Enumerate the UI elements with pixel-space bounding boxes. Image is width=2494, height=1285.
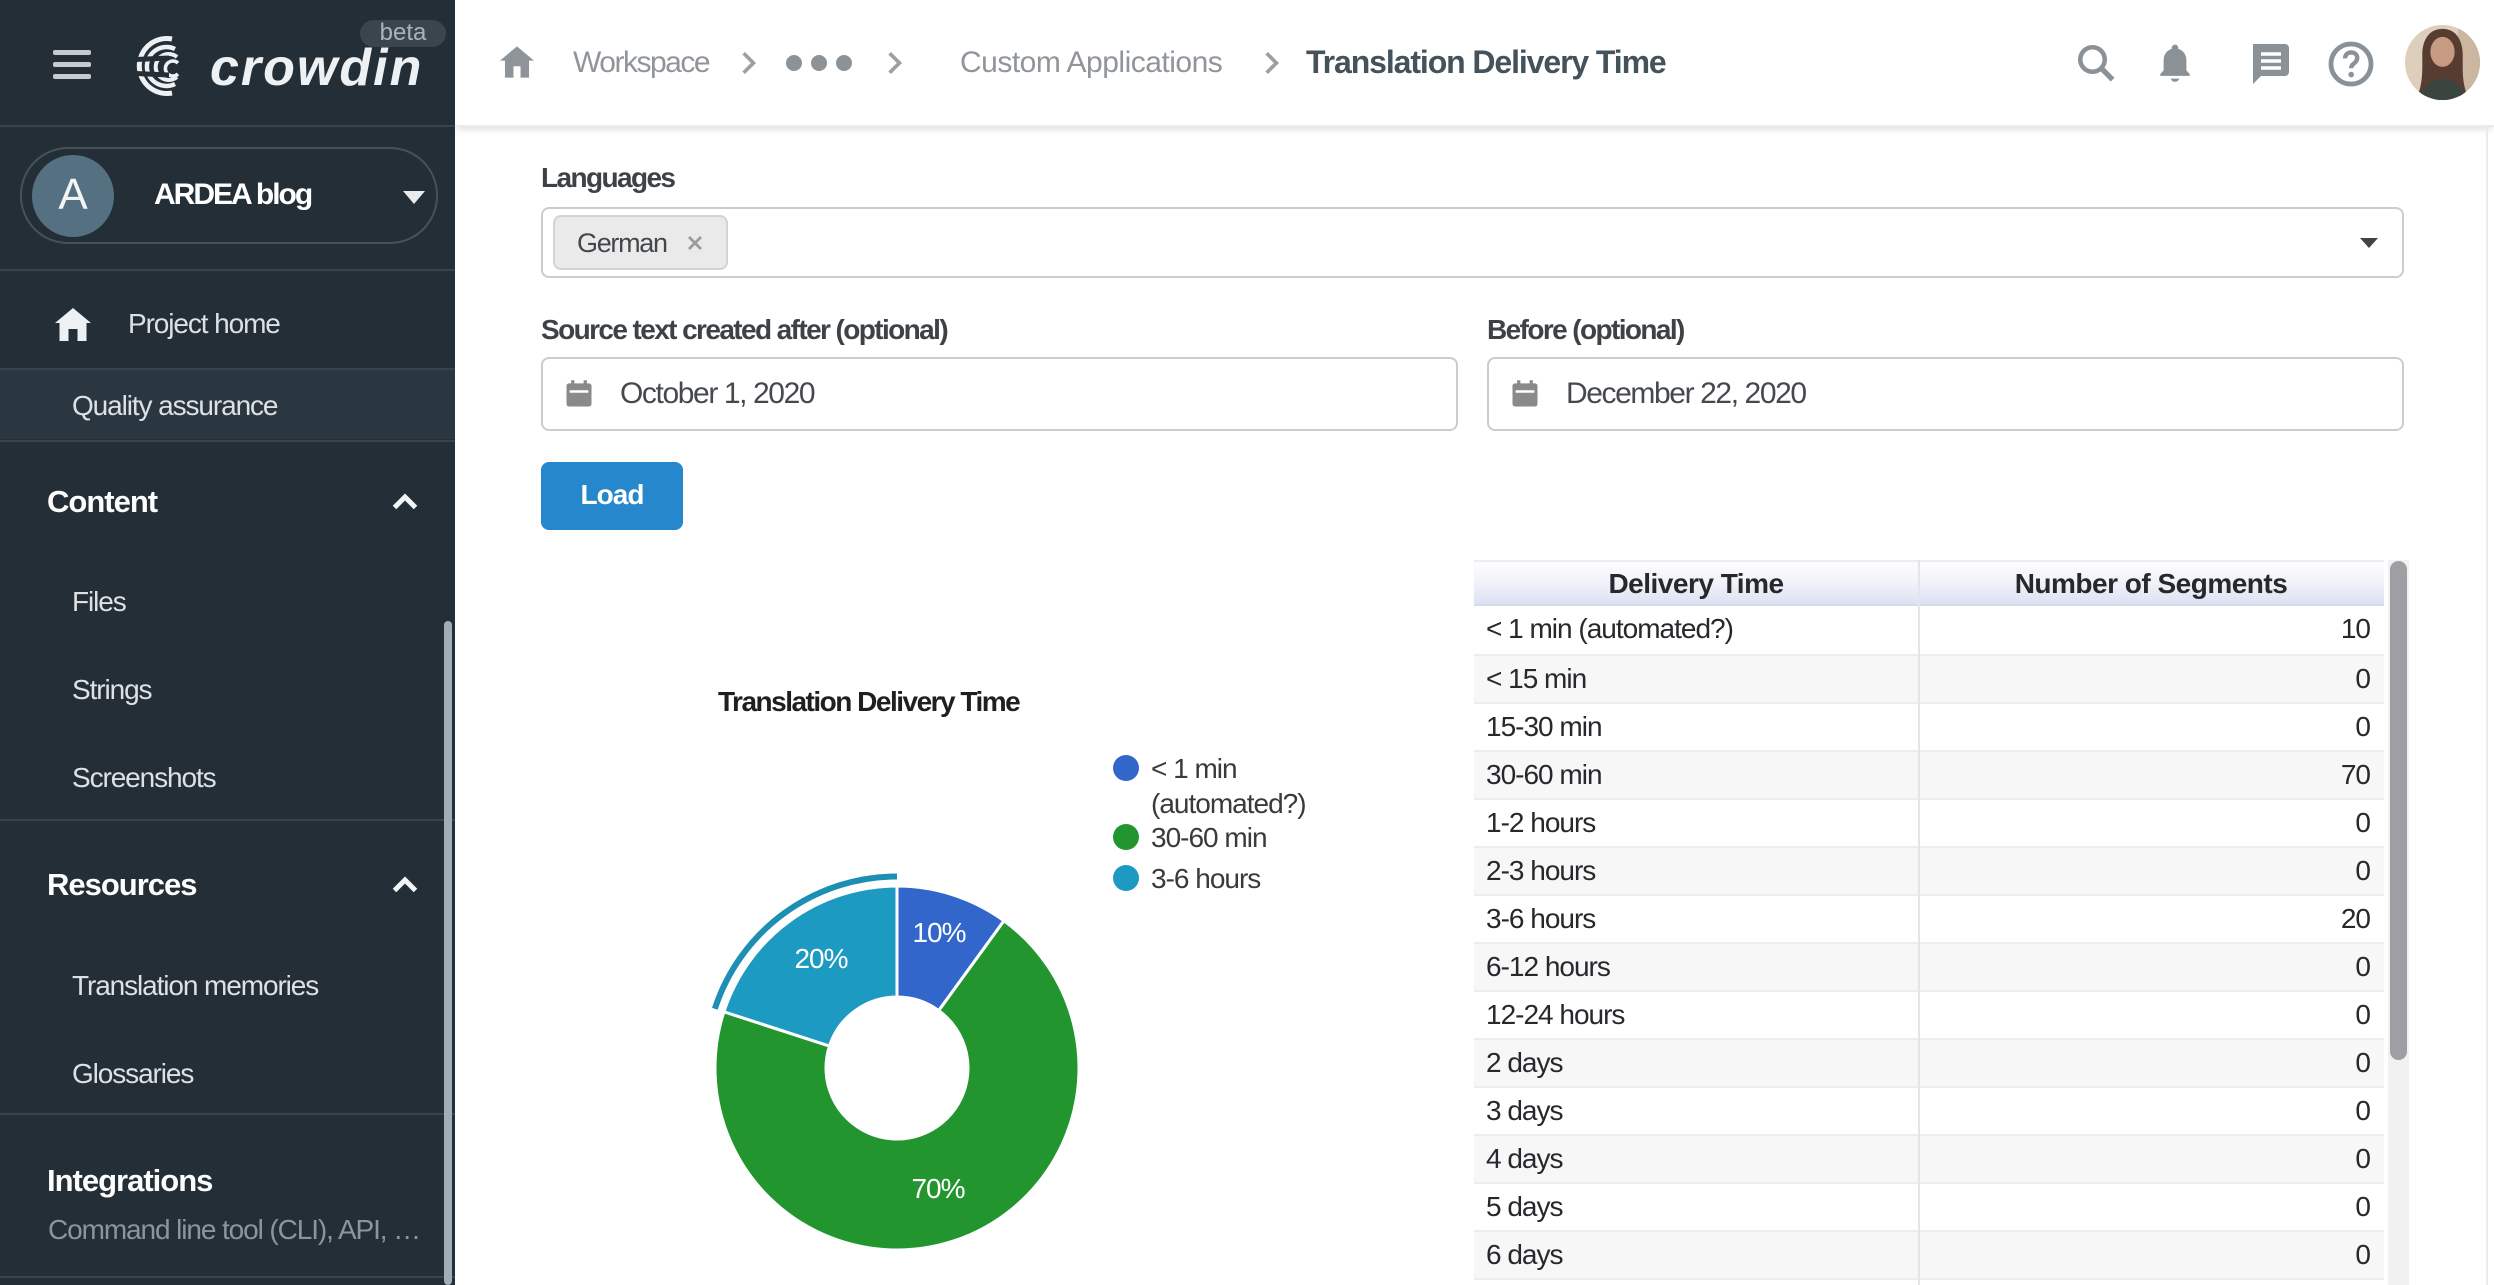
svg-text:Translation Delivery Time: Translation Delivery Time [718,686,1020,717]
svg-text:70%: 70% [911,1173,964,1204]
svg-text:20%: 20% [794,943,847,974]
svg-text:< 1 min: < 1 min [1151,753,1237,784]
svg-text:(automated?): (automated?) [1151,788,1306,819]
svg-text:3-6 hours: 3-6 hours [1151,863,1260,894]
svg-text:10%: 10% [912,917,965,948]
svg-text:30-60 min: 30-60 min [1151,822,1267,853]
